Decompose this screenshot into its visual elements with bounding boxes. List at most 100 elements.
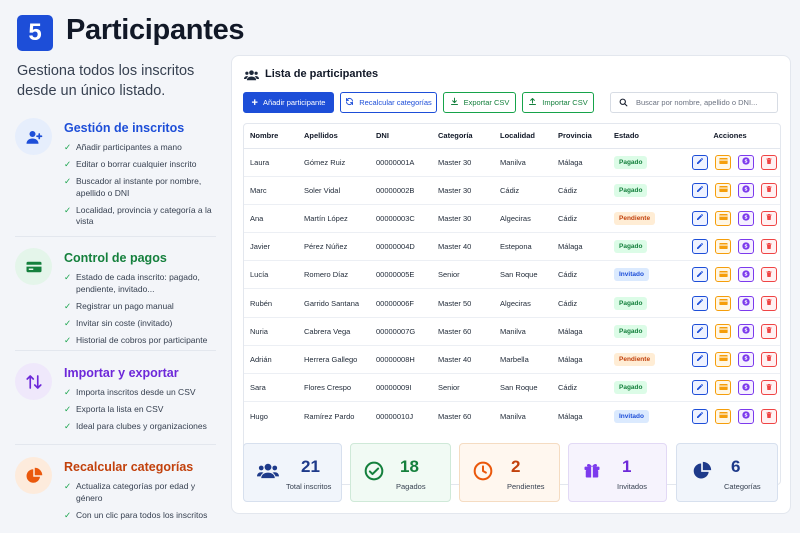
recalculate-categories-button[interactable]: Recalcular categorías [340,92,437,113]
register-payment-button[interactable] [715,408,731,424]
column-header-categoria[interactable]: Categoría [438,124,500,149]
payment-history-button[interactable]: $ [738,408,754,424]
column-header-nombre[interactable]: Nombre [244,124,304,149]
delete-button[interactable] [761,295,777,311]
delete-button[interactable] [761,380,777,396]
gift-icon [582,460,602,485]
register-payment-button[interactable] [715,154,731,170]
trash-icon [765,157,773,167]
register-payment-button[interactable] [715,182,731,198]
register-payment-button[interactable] [715,239,731,255]
users-icon [244,68,259,86]
table-row[interactable]: Marc Soler Vidal 00000002B Master 30 Cádiz Cá… [244,176,780,205]
delete-button[interactable] [761,351,777,367]
coin-icon: $ [742,382,750,393]
export-csv-button[interactable]: Exportar CSV [443,92,516,113]
table-row[interactable]: Hugo Ramírez Pardo 00000010J Master 60 Manil… [244,402,780,430]
card-icon [718,157,728,167]
list-item: ✓ Buscador al instante por nombre, apelli… [64,176,202,198]
feature-title: Recalcular categorías [64,460,194,474]
edit-button[interactable] [692,210,708,226]
cell-categoria: Master 30 [438,204,500,234]
cell-localidad: Marbella [500,345,558,375]
table-row[interactable]: Rubén Garrido Santana 00000006F Master 50 Al… [244,288,780,318]
table-row[interactable]: Ana Martín López 00000003C Master 30 Algecir… [244,204,780,234]
card-icon [718,383,728,393]
table-row[interactable]: Javier Pérez Núñez 00000004D Master 40 Estep… [244,232,780,262]
column-header-estado[interactable]: Estado [614,124,680,149]
edit-button[interactable] [692,239,708,255]
delete-button[interactable] [761,210,777,226]
edit-button[interactable] [692,408,708,424]
table-row[interactable]: Sara Flores Crespo 00000009I Senior San Roqu… [244,373,780,403]
table-row[interactable]: Lucía Romero Díaz 00000005E Senior San Roque… [244,260,780,290]
edit-button[interactable] [692,351,708,367]
payment-history-button[interactable]: $ [738,323,754,339]
feature-list: ✓ Estado de cada inscrito: pagado, pendie… [64,272,219,352]
edit-button[interactable] [692,154,708,170]
cell-localidad: Manilva [500,411,526,421]
register-payment-button[interactable] [715,210,731,226]
list-item: ✓ Editar o borrar cualquier inscrito [64,159,197,169]
search-input[interactable] [636,98,776,107]
coin-icon: $ [742,411,750,421]
list-item: ✓ Exporta la lista en CSV [64,404,164,414]
register-payment-button[interactable] [715,295,731,311]
register-payment-button[interactable] [715,267,731,283]
table-row[interactable]: Adrián Herrera Gallego 00000008H Master 40 M… [244,345,780,375]
clock-icon [473,461,493,486]
cell-apellidos: Martín López [304,204,376,234]
edit-button[interactable] [692,380,708,396]
payment-history-button[interactable]: $ [738,295,754,311]
payment-history-button[interactable]: $ [738,154,754,170]
search-icon [619,94,628,112]
delete-button[interactable] [761,323,777,339]
cell-localidad: Manilva [500,148,558,177]
payment-history-button[interactable]: $ [738,267,754,283]
cell-acciones: $ [680,176,780,205]
register-payment-button[interactable] [715,351,731,367]
stat-pendientes: 2 Pendientes [459,443,560,502]
edit-button[interactable] [692,182,708,198]
edit-button[interactable] [692,267,708,283]
status-badge: Pagado [614,381,648,395]
cell-estado: Pagado [614,317,680,346]
payment-history-button[interactable]: $ [738,380,754,396]
register-payment-button[interactable] [715,380,731,396]
table-row[interactable]: Laura Gómez Ruiz 00000001A Master 30 Manilva… [244,148,780,177]
payment-history-button[interactable]: $ [738,210,754,226]
list-item: ✓ Actualiza categorías por edad y género [64,481,196,503]
delete-button[interactable] [761,239,777,255]
feature-recalcular: Recalcular categorías ✓ Actualiza categor… [15,457,216,520]
edit-button[interactable] [692,323,708,339]
column-header-apellidos[interactable]: Apellidos [304,124,376,149]
list-item: ✓ Invitar sin coste (invitado) [64,317,173,328]
column-header-localidad[interactable]: Localidad [500,124,558,149]
delete-button[interactable] [761,267,777,283]
pencil-icon [696,354,704,364]
coin-icon: $ [742,157,750,167]
add-participant-button[interactable]: + Añadir participante [243,92,334,113]
trash-icon [765,383,773,393]
column-header-provincia[interactable]: Provincia [558,124,614,149]
delete-button[interactable] [761,154,777,170]
card-icon [718,298,728,308]
stat-label: Total inscritos [286,482,332,491]
cell-categoria: Master 30 [438,176,500,205]
coin-icon: $ [742,298,750,308]
cell-provincia: Málaga [558,411,583,421]
register-payment-button[interactable] [715,323,731,339]
pencil-icon [696,242,704,252]
payment-history-button[interactable]: $ [738,239,754,255]
edit-button[interactable] [692,295,708,311]
table-row[interactable]: Nuria Cabrera Vega 00000007G Master 60 Manil… [244,317,780,346]
import-csv-button[interactable]: Importar CSV [522,92,594,113]
column-header-dni[interactable]: DNI [376,124,438,149]
status-badge: Pendiente [614,211,656,225]
payment-history-button[interactable]: $ [738,351,754,367]
payment-history-button[interactable]: $ [738,182,754,198]
delete-button[interactable] [761,182,777,198]
card-icon [718,411,728,421]
delete-button[interactable] [761,408,777,424]
card-icon [718,185,728,195]
